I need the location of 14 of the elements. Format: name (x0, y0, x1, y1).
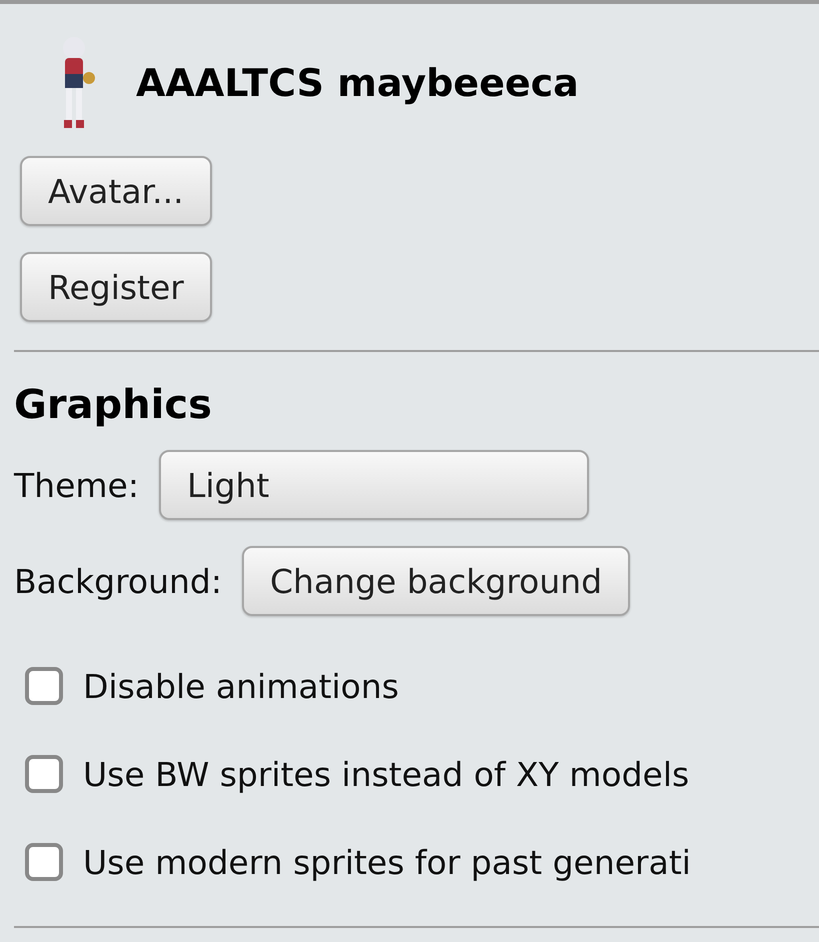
option-label: Disable animations (83, 666, 399, 706)
avatar-button[interactable]: Avatar... (20, 156, 212, 226)
background-label: Background: (14, 562, 222, 600)
theme-dropdown[interactable]: Light (158, 450, 589, 520)
checkbox[interactable] (25, 843, 63, 881)
checkbox[interactable] (25, 755, 63, 793)
checkbox[interactable] (25, 667, 63, 705)
register-button[interactable]: Register (20, 252, 212, 322)
theme-label: Theme: (14, 466, 139, 504)
change-background-button[interactable]: Change background (242, 546, 630, 616)
option-label: Use BW sprites instead of XY models (83, 754, 690, 794)
user-name: AAALTCS maybeeeca (136, 61, 579, 105)
section-heading: Graphics (14, 382, 213, 428)
option-label: Use modern sprites for past generati (83, 842, 691, 882)
